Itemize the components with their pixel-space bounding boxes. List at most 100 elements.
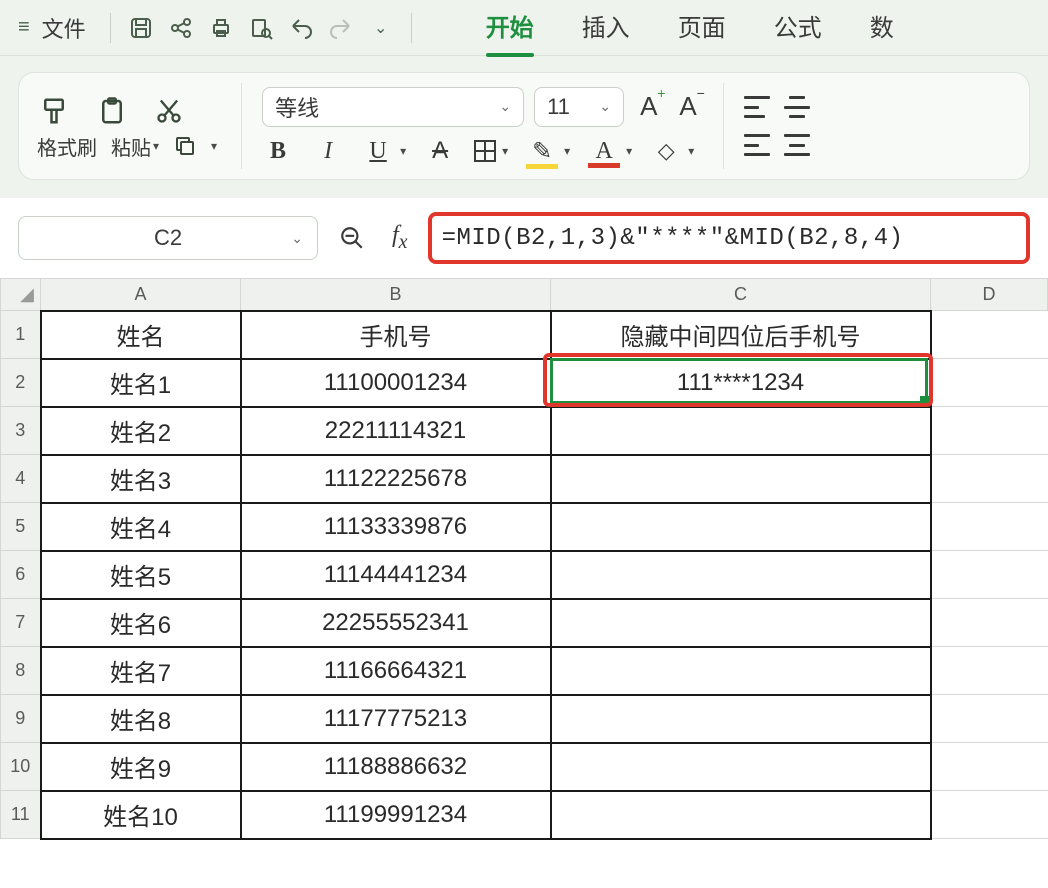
cell[interactable] [551,743,931,791]
row-header[interactable]: 10 [1,743,41,791]
cell[interactable]: 姓名5 [41,551,241,599]
row-header[interactable]: 8 [1,647,41,695]
cell[interactable] [931,551,1048,599]
tab-page[interactable]: 页面 [678,8,726,47]
cell[interactable] [551,407,931,455]
print-icon[interactable] [205,12,237,44]
tab-data[interactable]: 数 [870,8,894,47]
row-header[interactable]: 6 [1,551,41,599]
cell[interactable]: 手机号 [241,311,551,359]
col-header-D[interactable]: D [931,279,1048,311]
col-header-A[interactable]: A [41,279,241,311]
cell[interactable]: 11199991234 [241,791,551,839]
row-header[interactable]: 4 [1,455,41,503]
tab-insert[interactable]: 插入 [582,8,630,47]
fx-label[interactable]: fx [392,222,408,254]
cancel-icon[interactable] [332,218,372,258]
cell[interactable]: 22211114321 [241,407,551,455]
align-center-icon[interactable] [784,134,810,156]
paste-label[interactable]: 粘贴▾ [111,132,159,161]
row-header[interactable]: 2 [1,359,41,407]
print-preview-icon[interactable] [245,12,277,44]
cell[interactable] [551,791,931,839]
copy-icon[interactable] [173,134,197,158]
format-painter-label[interactable]: 格式刷 [37,132,97,161]
cell[interactable]: 11133339876 [241,503,551,551]
redo-icon[interactable] [325,12,357,44]
cell[interactable] [551,455,931,503]
cell[interactable] [931,599,1048,647]
row-header[interactable]: 9 [1,695,41,743]
clear-format-button[interactable]: ◇ [650,138,682,164]
tab-home[interactable]: 开始 [486,8,534,47]
col-header-B[interactable]: B [241,279,551,311]
strikethrough-button[interactable]: A [424,137,456,165]
row-header[interactable]: 1 [1,311,41,359]
cut-icon[interactable] [155,97,183,125]
cell[interactable]: 姓名3 [41,455,241,503]
align-left-icon[interactable] [744,134,770,156]
cell[interactable] [931,407,1048,455]
cell[interactable]: 姓名7 [41,647,241,695]
cell[interactable]: 11122225678 [241,455,551,503]
share-icon[interactable] [165,12,197,44]
cell[interactable]: 姓名6 [41,599,241,647]
increase-font-icon[interactable]: A+ [634,87,663,126]
cell[interactable]: 姓名1 [41,359,241,407]
undo-icon[interactable] [285,12,317,44]
row-header[interactable]: 3 [1,407,41,455]
cell[interactable]: 隐藏中间四位后手机号 [551,311,931,359]
decrease-font-icon[interactable]: A− [673,87,702,126]
row-header[interactable]: 11 [1,791,41,839]
cell[interactable] [551,695,931,743]
cell[interactable] [931,791,1048,839]
cell[interactable]: 姓名2 [41,407,241,455]
paste-icon[interactable] [97,96,127,126]
border-button[interactable] [474,140,496,162]
font-name-select[interactable]: 等线 ⌄ [262,87,524,127]
cell[interactable] [551,599,931,647]
dropdown-chevron-icon[interactable]: ⌄ [365,12,397,44]
cell[interactable] [931,455,1048,503]
cell-selected[interactable]: 111****1234 [551,359,931,407]
fill-color-button[interactable]: ✎ [526,137,558,166]
cell[interactable]: 11100001234 [241,359,551,407]
cell[interactable]: 11177775213 [241,695,551,743]
cell[interactable]: 11188886632 [241,743,551,791]
cell[interactable]: 姓名9 [41,743,241,791]
cell[interactable]: 11166664321 [241,647,551,695]
row-header[interactable]: 5 [1,503,41,551]
cell[interactable]: 姓名 [41,311,241,359]
tab-formula[interactable]: 公式 [774,8,822,47]
cell[interactable] [931,359,1048,407]
cell[interactable] [551,551,931,599]
cell[interactable] [551,647,931,695]
cell[interactable]: 11144441234 [241,551,551,599]
format-painter-icon[interactable] [39,96,69,126]
cell[interactable]: 姓名8 [41,695,241,743]
menu-icon[interactable]: ≡ [18,16,30,39]
col-header-C[interactable]: C [551,279,931,311]
font-size-select[interactable]: 11 ⌄ [534,87,624,127]
bold-button[interactable]: B [262,138,294,165]
align-middle-icon[interactable] [784,96,810,118]
cell[interactable]: 姓名4 [41,503,241,551]
row-header[interactable]: 7 [1,599,41,647]
formula-bar[interactable]: =MID(B2,1,3)&"****"&MID(B2,8,4) [428,212,1030,264]
cell[interactable] [931,743,1048,791]
underline-button[interactable]: U [362,138,394,165]
save-icon[interactable] [125,12,157,44]
name-box[interactable]: C2 ⌄ [18,216,318,260]
cell[interactable] [931,647,1048,695]
file-menu[interactable]: 文件 [42,12,86,44]
italic-button[interactable]: I [312,138,344,165]
align-top-icon[interactable] [744,96,770,118]
cell[interactable]: 22255552341 [241,599,551,647]
cell[interactable]: 姓名10 [41,791,241,839]
cell[interactable] [551,503,931,551]
font-color-button[interactable]: A [588,138,620,165]
cell[interactable] [931,503,1048,551]
select-all-corner[interactable]: ◢ [1,279,41,311]
cell[interactable] [931,311,1048,359]
cell[interactable] [931,695,1048,743]
